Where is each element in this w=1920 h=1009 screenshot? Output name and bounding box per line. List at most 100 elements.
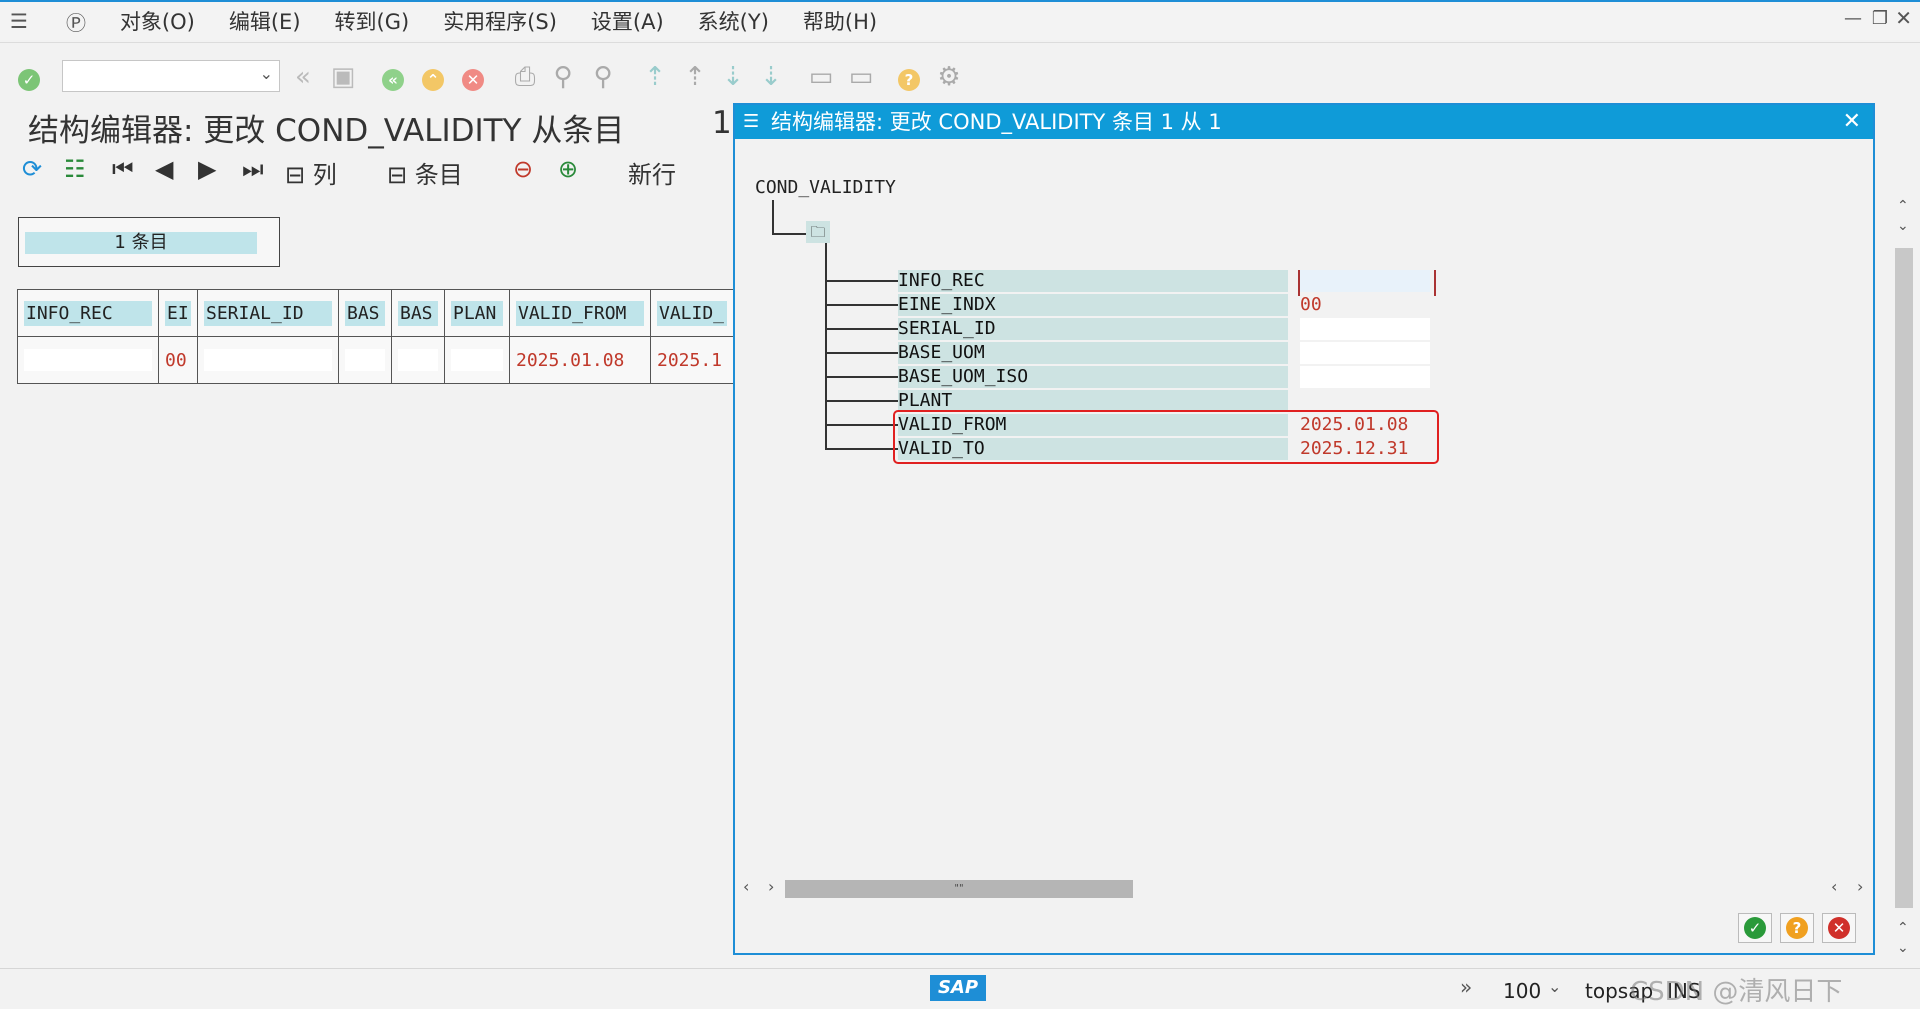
help-icon[interactable]: ?	[894, 62, 924, 92]
menu-utilities[interactable]: 实用程序(S)	[443, 6, 557, 36]
prev-page-icon[interactable]: ⇡	[680, 62, 710, 92]
entries-button[interactable]: ⊟ 条目	[387, 155, 463, 190]
sap-menu-icon[interactable]: ☰	[10, 9, 28, 33]
field-value-base-uom[interactable]	[1300, 342, 1430, 364]
close-icon[interactable]: ✕	[1843, 105, 1861, 139]
menu-edit[interactable]: 编辑(E)	[229, 6, 301, 36]
close-window-icon[interactable]: ✕	[1895, 6, 1912, 30]
prev-entry-icon[interactable]: ◀	[155, 155, 173, 183]
scroll-thumb[interactable]	[1895, 248, 1913, 908]
menu-settings[interactable]: 设置(A)	[591, 6, 664, 36]
entries-count-box: 1 条目	[18, 217, 280, 267]
save-icon[interactable]: ▣	[328, 62, 358, 92]
cancel-button[interactable]: ✕	[1822, 913, 1856, 943]
column-header[interactable]: BAS	[398, 300, 438, 326]
horizontal-scrollbar[interactable]: ‹ › "" ‹ ›	[743, 877, 1870, 898]
page-title: 结构编辑器: 更改 COND_VALIDITY 从条目	[28, 113, 625, 149]
hscroll-thumb[interactable]: ""	[785, 880, 1133, 898]
table-cell[interactable]	[398, 349, 438, 371]
program-icon[interactable]: Ⓟ	[66, 7, 86, 36]
new-row-button[interactable]: 新行	[628, 155, 676, 190]
back-icon[interactable]: «	[378, 62, 408, 92]
next-entry-icon[interactable]: ▶	[198, 155, 216, 183]
first-page-icon[interactable]: ⇡	[640, 62, 670, 92]
tree-connector	[825, 243, 827, 448]
print-icon[interactable]: ⎙	[510, 62, 540, 92]
column-header[interactable]: VALID_FROM	[516, 300, 644, 326]
refresh-icon[interactable]: ⟳	[22, 155, 42, 183]
input-cursor	[1298, 270, 1436, 296]
chevron-down-icon[interactable]: ⌄	[260, 64, 273, 83]
help-button[interactable]: ?	[1780, 913, 1814, 943]
columns-label: 列	[312, 161, 337, 189]
enter-icon[interactable]: ✓	[14, 62, 44, 92]
exit-icon[interactable]: ⌃	[418, 62, 448, 92]
columns-button[interactable]: ⊟ 列	[285, 155, 337, 190]
expand-status-icon[interactable]: »	[1460, 975, 1472, 999]
table-cell[interactable]	[451, 349, 503, 371]
scroll-right-icon[interactable]: ›	[768, 877, 774, 896]
menu-help[interactable]: 帮助(H)	[803, 6, 877, 36]
find-icon[interactable]: ⚲	[548, 62, 578, 92]
column-header[interactable]: EI	[165, 300, 191, 326]
sap-logo: SAP	[930, 975, 986, 1001]
field-value-plant[interactable]	[1300, 390, 1430, 412]
first-entry-icon[interactable]: ⏮	[112, 155, 134, 183]
zoom-level[interactable]: 100	[1503, 979, 1541, 1003]
scroll-up-icon[interactable]: ⌃	[1897, 198, 1909, 214]
next-page-icon[interactable]: ⇣	[718, 62, 748, 92]
menu-object[interactable]: 对象(O)	[120, 6, 195, 36]
tree-connector	[772, 233, 806, 235]
table-cell[interactable]	[24, 349, 152, 371]
field-value-eine-indx[interactable]: 00	[1300, 294, 1430, 316]
scroll-right-icon[interactable]: ›	[1857, 877, 1863, 896]
table-cell[interactable]: 00	[158, 336, 198, 384]
find-next-icon[interactable]: ⚲	[588, 62, 618, 92]
column-header[interactable]: INFO_REC	[24, 300, 152, 326]
structure-editor-dialog: ☰ 结构编辑器: 更改 COND_VALIDITY 条目 1 从 1 ✕ CON…	[733, 103, 1875, 955]
chevron-down-icon[interactable]: ⌄	[1548, 977, 1561, 996]
table-cell[interactable]	[345, 349, 385, 371]
menu-goto[interactable]: 转到(G)	[335, 6, 410, 36]
new-session-icon[interactable]: ▭	[806, 62, 836, 92]
tree-connector	[825, 304, 898, 306]
menu-system[interactable]: 系统(Y)	[698, 6, 769, 36]
entries-label: 条目	[414, 161, 463, 189]
shortcut-icon[interactable]: ▭	[846, 62, 876, 92]
command-field[interactable]: ⌄	[62, 60, 280, 92]
hierarchy-icon[interactable]: ☷	[64, 155, 86, 183]
vertical-scrollbar[interactable]: ⌃ ⌄ ⌃ ⌄	[1893, 198, 1915, 958]
scroll-left-icon[interactable]: ‹	[1831, 877, 1837, 896]
scroll-up-icon[interactable]: ⌃	[1897, 920, 1909, 936]
menu-bar: ☰ Ⓟ 对象(O) 编辑(E) 转到(G) 实用程序(S) 设置(A) 系统(Y…	[0, 0, 1920, 40]
gear-icon[interactable]: ⚙	[934, 62, 964, 92]
last-page-icon[interactable]: ⇣	[756, 62, 786, 92]
column-header[interactable]: PLAN	[451, 300, 503, 326]
table-row: 00 2025.01.08 2025.1	[17, 336, 734, 384]
table-cell[interactable]: 2025.1	[650, 336, 734, 384]
folder-icon[interactable]: 🗀	[806, 221, 830, 243]
column-header[interactable]: VALID_	[657, 300, 727, 326]
field-label-info-rec: INFO_REC	[898, 270, 1288, 292]
scroll-down-icon[interactable]: ⌄	[1897, 218, 1909, 234]
last-entry-icon[interactable]: ⏭	[242, 155, 264, 183]
table-cell[interactable]: 2025.01.08	[509, 336, 651, 384]
scroll-down-icon[interactable]: ⌄	[1897, 940, 1909, 956]
tree-connector	[825, 376, 898, 378]
field-label-base-uom-iso: BASE_UOM_ISO	[898, 366, 1288, 388]
table-cell[interactable]	[204, 349, 332, 371]
restore-icon[interactable]: ❐	[1872, 8, 1888, 29]
insert-row-icon[interactable]: ⊕	[558, 155, 578, 183]
column-header[interactable]: BAS	[345, 300, 385, 326]
field-value-serial-id[interactable]	[1300, 318, 1430, 340]
delete-row-icon[interactable]: ⊖	[513, 155, 533, 183]
confirm-button[interactable]: ✓	[1738, 913, 1772, 943]
status-bar: SAP » 100 ⌄ topsap INS CSDN @清风日下	[0, 968, 1920, 1009]
field-label-serial-id: SERIAL_ID	[898, 318, 1288, 340]
scroll-left-icon[interactable]: ‹	[743, 877, 749, 896]
field-value-base-uom-iso[interactable]	[1300, 366, 1430, 388]
minimize-icon[interactable]: —	[1844, 8, 1862, 29]
column-header[interactable]: SERIAL_ID	[204, 300, 332, 326]
cancel-icon[interactable]: ✕	[458, 62, 488, 92]
tree-connector	[825, 352, 898, 354]
